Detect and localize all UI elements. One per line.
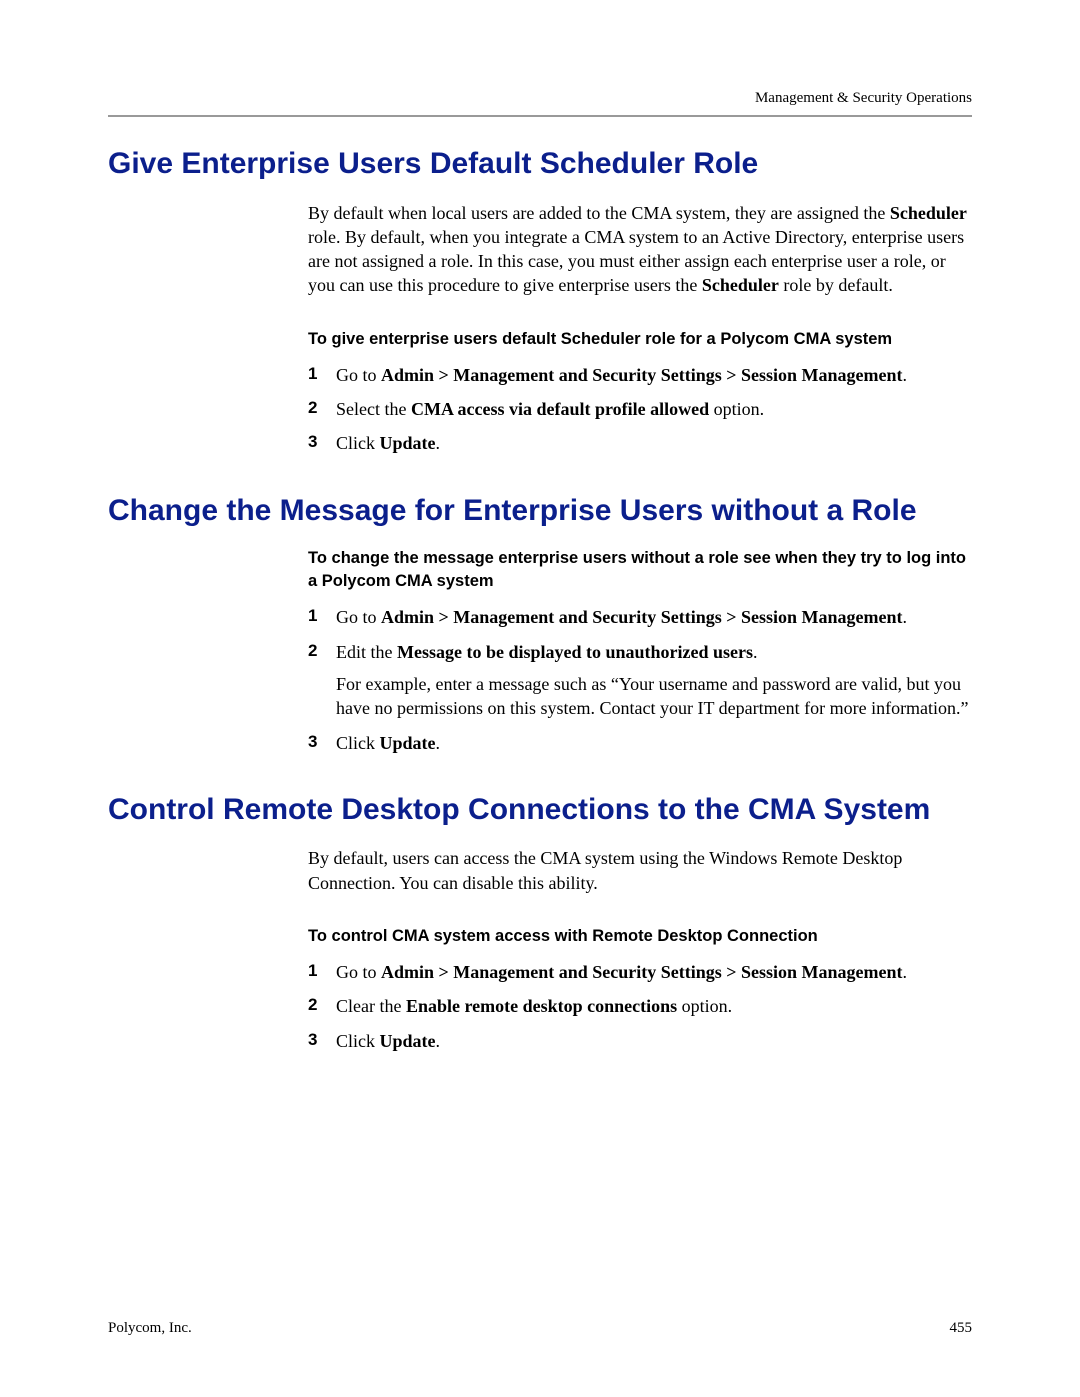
- text-bold: Update: [380, 433, 436, 453]
- section2-subheading: To change the message enterprise users w…: [308, 547, 972, 593]
- section2-steps: 1 Go to Admin > Management and Security …: [308, 605, 972, 754]
- step-number: 1: [308, 363, 332, 387]
- text-bold: Admin > Management and Security Settings…: [381, 607, 903, 627]
- text-bold: Enable remote desktop connections: [406, 996, 677, 1016]
- text: Go to: [336, 365, 381, 385]
- text: option.: [709, 399, 764, 419]
- text-bold: CMA access via default profile allowed: [411, 399, 709, 419]
- text: option.: [677, 996, 732, 1016]
- step: 2 Clear the Enable remote desktop connec…: [308, 994, 972, 1018]
- section1-title: Give Enterprise Users Default Scheduler …: [108, 145, 972, 183]
- step-text: Click Update.: [336, 1029, 972, 1053]
- section1-steps: 1 Go to Admin > Management and Security …: [308, 363, 972, 456]
- step-text: Go to Admin > Management and Security Se…: [336, 605, 972, 629]
- text: Click: [336, 433, 380, 453]
- text-bold: Admin > Management and Security Settings…: [381, 365, 903, 385]
- header-rule: [108, 115, 972, 117]
- step: 1 Go to Admin > Management and Security …: [308, 960, 972, 984]
- step-text: Click Update.: [336, 431, 972, 455]
- step: 1 Go to Admin > Management and Security …: [308, 363, 972, 387]
- step: 2 Edit the Message to be displayed to un…: [308, 640, 972, 721]
- step: 3 Click Update.: [308, 731, 972, 755]
- text: Edit the: [336, 642, 397, 662]
- step-text: Go to Admin > Management and Security Se…: [336, 960, 972, 984]
- header-section-label: Management & Security Operations: [108, 90, 972, 107]
- text: role by default.: [779, 275, 893, 295]
- text: .: [436, 733, 441, 753]
- step-number: 1: [308, 605, 332, 629]
- text-bold: Message to be displayed to unauthorized …: [397, 642, 753, 662]
- step-number: 3: [308, 731, 332, 755]
- section3-subheading: To control CMA system access with Remote…: [308, 925, 972, 948]
- step-number: 3: [308, 1029, 332, 1053]
- text: .: [903, 365, 908, 385]
- step-extra-text: For example, enter a message such as “Yo…: [336, 672, 972, 721]
- step-number: 2: [308, 994, 332, 1018]
- step: 3 Click Update.: [308, 1029, 972, 1053]
- text-bold: Update: [380, 733, 436, 753]
- step: 3 Click Update.: [308, 431, 972, 455]
- text: Click: [336, 733, 380, 753]
- step-text: Clear the Enable remote desktop connecti…: [336, 994, 972, 1018]
- section3-body: By default, users can access the CMA sys…: [308, 846, 972, 1053]
- step-number: 2: [308, 640, 332, 721]
- section2-body: To change the message enterprise users w…: [308, 547, 972, 755]
- footer-page-number: 455: [950, 1320, 973, 1337]
- text: By default when local users are added to…: [308, 203, 890, 223]
- section3-title: Control Remote Desktop Connections to th…: [108, 791, 972, 829]
- text-bold: Admin > Management and Security Settings…: [381, 962, 903, 982]
- text: Go to: [336, 962, 381, 982]
- footer-company: Polycom, Inc.: [108, 1320, 192, 1337]
- page-footer: Polycom, Inc. 455: [108, 1320, 972, 1337]
- text: .: [903, 962, 908, 982]
- text: .: [436, 1031, 441, 1051]
- text-bold: Scheduler: [702, 275, 779, 295]
- step: 2 Select the CMA access via default prof…: [308, 397, 972, 421]
- document-page: Management & Security Operations Give En…: [0, 0, 1080, 1397]
- section1-subheading: To give enterprise users default Schedul…: [308, 328, 972, 351]
- text: .: [903, 607, 908, 627]
- section3-intro: By default, users can access the CMA sys…: [308, 846, 972, 895]
- text: Clear the: [336, 996, 406, 1016]
- step-text: Go to Admin > Management and Security Se…: [336, 363, 972, 387]
- text: .: [436, 433, 441, 453]
- section2-title: Change the Message for Enterprise Users …: [108, 492, 972, 530]
- text-bold: Scheduler: [890, 203, 967, 223]
- step: 1 Go to Admin > Management and Security …: [308, 605, 972, 629]
- section1-intro: By default when local users are added to…: [308, 201, 972, 298]
- text: .: [753, 642, 758, 662]
- step-text: Edit the Message to be displayed to unau…: [336, 640, 972, 721]
- step-text: Click Update.: [336, 731, 972, 755]
- text-bold: Update: [380, 1031, 436, 1051]
- step-number: 3: [308, 431, 332, 455]
- text: Go to: [336, 607, 381, 627]
- step-text: Select the CMA access via default profil…: [336, 397, 972, 421]
- step-number: 2: [308, 397, 332, 421]
- section1-body: By default when local users are added to…: [308, 201, 972, 456]
- section3-steps: 1 Go to Admin > Management and Security …: [308, 960, 972, 1053]
- text: Click: [336, 1031, 380, 1051]
- step-number: 1: [308, 960, 332, 984]
- text: Select the: [336, 399, 411, 419]
